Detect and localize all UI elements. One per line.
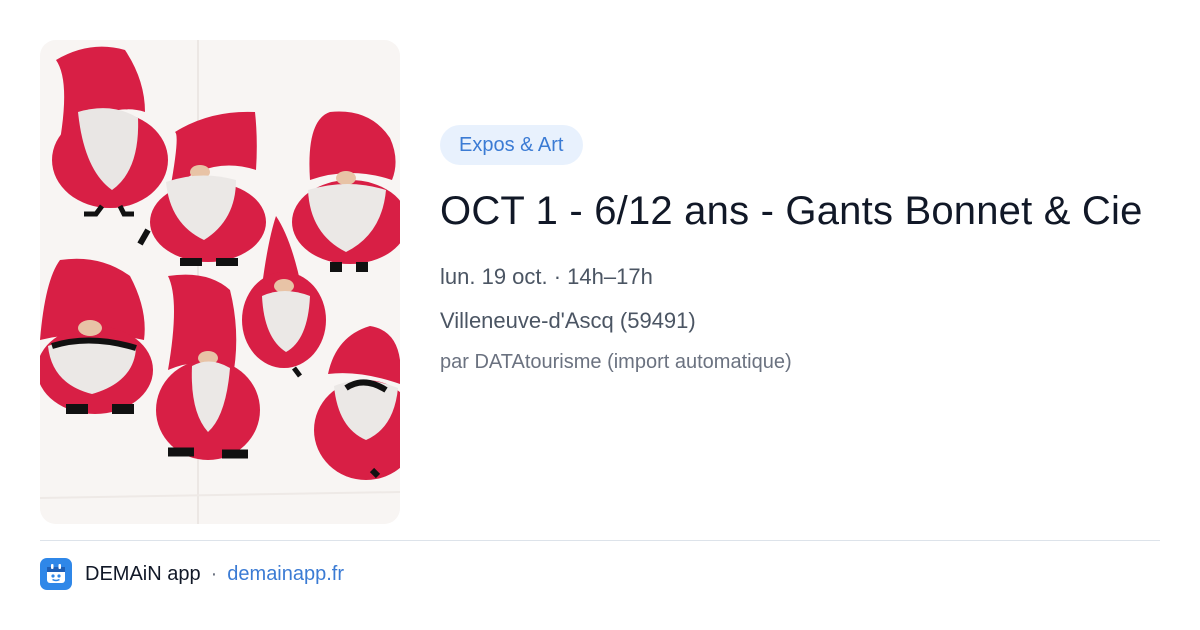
footer-divider — [40, 540, 1160, 541]
event-date: lun. 19 oct. · 14h–17h — [440, 264, 653, 289]
event-source: par DATAtourisme (import automatique) — [440, 351, 792, 373]
event-share-card: Expos & Art OCT 1 - 6/12 ans - Gants Bon… — [0, 0, 1200, 630]
gnome-drawings-photo — [40, 40, 400, 524]
domain-link[interactable]: demainapp.fr — [227, 563, 344, 586]
event-info: Expos & Art OCT 1 - 6/12 ans - Gants Bon… — [440, 125, 1160, 376]
demain-logo-icon — [40, 558, 72, 590]
category-tag[interactable]: Expos & Art — [440, 125, 583, 165]
app-name: DEMAiN app — [85, 562, 201, 585]
event-image[interactable] — [40, 40, 400, 524]
event-title: OCT 1 - 6/12 ans - Gants Bonnet & Cie — [440, 189, 1143, 233]
footer-separator: · — [210, 562, 218, 585]
footer: DEMAiN app · demainapp.fr — [40, 558, 344, 590]
event-location: Villeneuve-d'Ascq (59491) — [440, 308, 696, 333]
